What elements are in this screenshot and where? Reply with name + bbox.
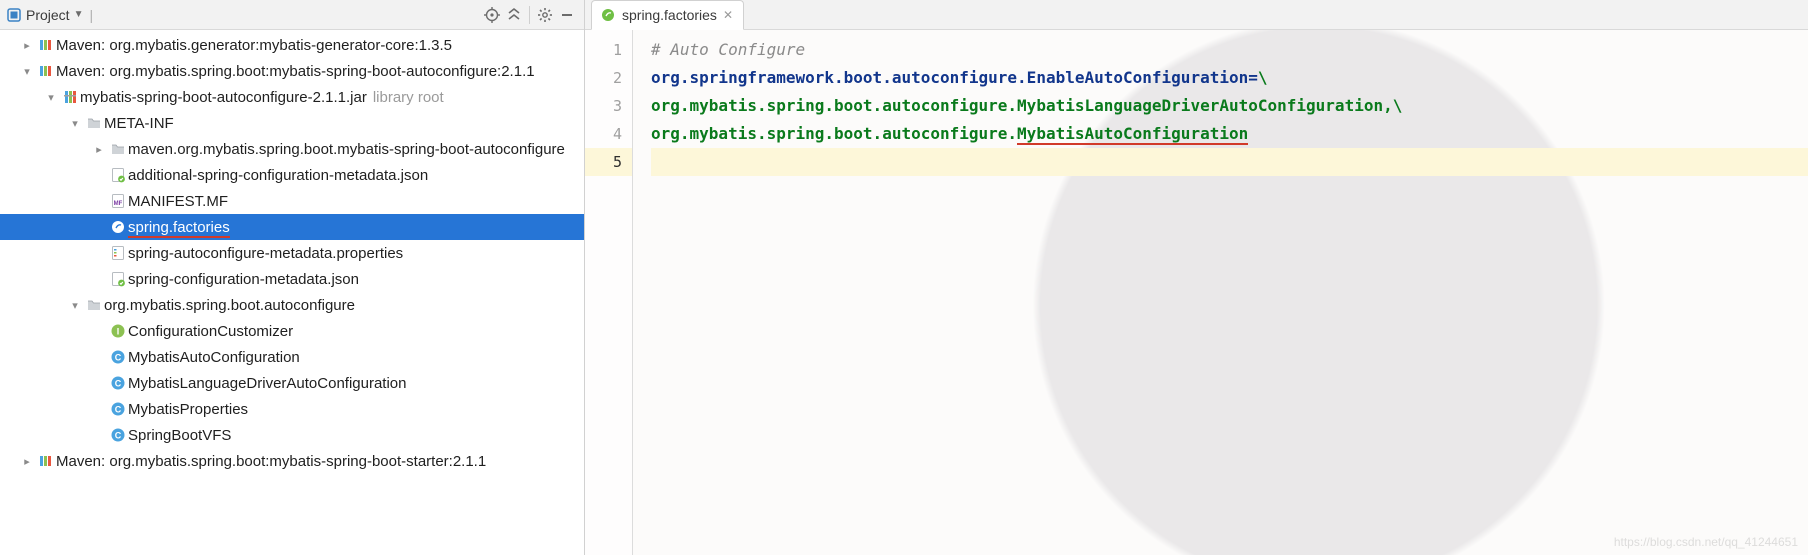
editor-area: spring.factories ✕ 12345 # Auto Configur… bbox=[585, 0, 1808, 555]
folder-icon bbox=[84, 115, 104, 131]
class-icon: C bbox=[108, 349, 128, 365]
tree-item-label: META-INF bbox=[104, 115, 174, 132]
settings-button[interactable] bbox=[534, 4, 556, 26]
tree-item[interactable]: C MybatisProperties bbox=[0, 396, 584, 422]
tree-item-label: MybatisLanguageDriverAutoConfiguration bbox=[128, 375, 407, 392]
chevron-down-icon[interactable]: ▾ bbox=[18, 65, 36, 78]
spring-icon bbox=[600, 7, 616, 23]
json-icon bbox=[108, 167, 128, 183]
hide-panel-button[interactable] bbox=[556, 4, 578, 26]
tree-item-label: SpringBootVFS bbox=[128, 427, 231, 444]
project-tree[interactable]: ▸ Maven: org.mybatis.generator:mybatis-ge… bbox=[0, 30, 584, 555]
tree-item-label: MybatisProperties bbox=[128, 401, 248, 418]
lib-icon bbox=[36, 453, 56, 469]
tree-item-label: maven.org.mybatis.spring.boot.mybatis-sp… bbox=[128, 141, 565, 158]
tree-item[interactable]: I ConfigurationCustomizer bbox=[0, 318, 584, 344]
chevron-right-icon[interactable]: ▸ bbox=[18, 455, 36, 468]
chevron-right-icon[interactable]: ▸ bbox=[90, 143, 108, 156]
gutter-line-number: 2 bbox=[585, 64, 632, 92]
tree-item[interactable]: C MybatisAutoConfiguration bbox=[0, 344, 584, 370]
tree-item[interactable]: ▾ org.mybatis.spring.boot.autoconfigure bbox=[0, 292, 584, 318]
code-line[interactable]: org.mybatis.spring.boot.autoconfigure.My… bbox=[651, 120, 1808, 148]
gutter-line-number: 3 bbox=[585, 92, 632, 120]
tree-item[interactable]: ▸ Maven: org.mybatis.generator:mybatis-ge… bbox=[0, 32, 584, 58]
class-icon: C bbox=[108, 401, 128, 417]
editor-tab-title: spring.factories bbox=[622, 7, 717, 23]
close-icon[interactable]: ✕ bbox=[723, 8, 733, 22]
tree-item-suffix: library root bbox=[373, 89, 444, 106]
lib-icon bbox=[36, 37, 56, 53]
svg-text:C: C bbox=[115, 431, 122, 441]
tree-item-label: Maven: org.mybatis.spring.boot:mybatis-s… bbox=[56, 63, 535, 80]
folder-icon bbox=[84, 297, 104, 313]
tree-item-label: org.mybatis.spring.boot.autoconfigure bbox=[104, 297, 355, 314]
gutter-line-number: 4 bbox=[585, 120, 632, 148]
tree-item-label: Maven: org.mybatis.spring.boot:mybatis-s… bbox=[56, 453, 486, 470]
tree-item-label: spring-autoconfigure-metadata.properties bbox=[128, 245, 403, 262]
svg-text:C: C bbox=[115, 353, 122, 363]
gutter-line-number: 5 bbox=[585, 148, 632, 176]
tree-item-label: Maven: org.mybatis.generator:mybatis-gen… bbox=[56, 37, 452, 54]
tree-item-label: MybatisAutoConfiguration bbox=[128, 349, 300, 366]
project-title: Project bbox=[26, 7, 70, 23]
chevron-down-icon: ▼ bbox=[74, 9, 84, 20]
editor-gutter: 12345 bbox=[585, 30, 633, 555]
separator: | bbox=[89, 7, 93, 23]
tree-item[interactable]: C MybatisLanguageDriverAutoConfiguration bbox=[0, 370, 584, 396]
tree-item-label: mybatis-spring-boot-autoconfigure-2.1.1.… bbox=[80, 89, 367, 106]
gutter-line-number: 1 bbox=[585, 36, 632, 64]
class-icon: C bbox=[108, 427, 128, 443]
collapse-all-button[interactable] bbox=[503, 4, 525, 26]
code-line[interactable]: # Auto Configure bbox=[651, 36, 1808, 64]
mf-icon: MF bbox=[108, 193, 128, 209]
tree-item-label: spring-configuration-metadata.json bbox=[128, 271, 359, 288]
tree-item-label: spring.factories bbox=[128, 219, 230, 236]
tree-item[interactable]: ▾ Maven: org.mybatis.spring.boot:mybatis-… bbox=[0, 58, 584, 84]
tree-item[interactable]: C SpringBootVFS bbox=[0, 422, 584, 448]
editor-code[interactable]: # Auto Configureorg.springframework.boot… bbox=[633, 30, 1808, 555]
svg-text:C: C bbox=[115, 379, 122, 389]
project-dropdown[interactable]: Project ▼ bbox=[6, 7, 83, 23]
highlighted-class: MybatisAutoConfiguration bbox=[1017, 124, 1248, 145]
iface-icon: I bbox=[108, 323, 128, 339]
tree-item-label: MANIFEST.MF bbox=[128, 193, 228, 210]
class-icon: C bbox=[108, 375, 128, 391]
props-icon bbox=[108, 245, 128, 261]
code-line[interactable] bbox=[651, 148, 1808, 176]
chevron-down-icon[interactable]: ▾ bbox=[66, 117, 84, 130]
json-icon bbox=[108, 271, 128, 287]
svg-text:I: I bbox=[117, 327, 120, 337]
tree-item[interactable]: additional-spring-configuration-metadata… bbox=[0, 162, 584, 188]
code-line[interactable]: org.springframework.boot.autoconfigure.E… bbox=[651, 64, 1808, 92]
editor-tab[interactable]: spring.factories ✕ bbox=[591, 0, 744, 30]
spring-icon bbox=[108, 219, 128, 235]
tree-item-label: ConfigurationCustomizer bbox=[128, 323, 293, 340]
locate-button[interactable] bbox=[481, 4, 503, 26]
chevron-right-icon[interactable]: ▸ bbox=[18, 39, 36, 52]
tree-item[interactable]: ▾ mybatis-spring-boot-autoconfigure-2.1.1… bbox=[0, 84, 584, 110]
tree-item-selected[interactable]: spring.factories bbox=[0, 214, 584, 240]
editor-body[interactable]: 12345 # Auto Configureorg.springframewor… bbox=[585, 30, 1808, 555]
tree-item-label: additional-spring-configuration-metadata… bbox=[128, 167, 428, 184]
project-icon bbox=[6, 7, 22, 23]
tree-item[interactable]: ▾ META-INF bbox=[0, 110, 584, 136]
svg-text:C: C bbox=[115, 405, 122, 415]
project-panel: Project ▼ | ▸ Maven: org.mybatis.generato… bbox=[0, 0, 585, 555]
editor-tabbar: spring.factories ✕ bbox=[585, 0, 1808, 30]
tree-item[interactable]: ▸ maven.org.mybatis.spring.boot.mybatis-s… bbox=[0, 136, 584, 162]
folder-icon bbox=[108, 141, 128, 157]
tree-item[interactable]: ▸ Maven: org.mybatis.spring.boot:mybatis-… bbox=[0, 448, 584, 474]
tree-item[interactable]: spring-configuration-metadata.json bbox=[0, 266, 584, 292]
lib-icon bbox=[36, 63, 56, 79]
tree-item[interactable]: spring-autoconfigure-metadata.properties bbox=[0, 240, 584, 266]
tree-item[interactable]: MF MANIFEST.MF bbox=[0, 188, 584, 214]
jar-icon bbox=[60, 89, 80, 105]
code-line[interactable]: org.mybatis.spring.boot.autoconfigure.My… bbox=[651, 92, 1808, 120]
svg-text:MF: MF bbox=[114, 201, 123, 207]
project-panel-header: Project ▼ | bbox=[0, 0, 584, 30]
chevron-down-icon[interactable]: ▾ bbox=[66, 299, 84, 312]
chevron-down-icon[interactable]: ▾ bbox=[42, 91, 60, 104]
